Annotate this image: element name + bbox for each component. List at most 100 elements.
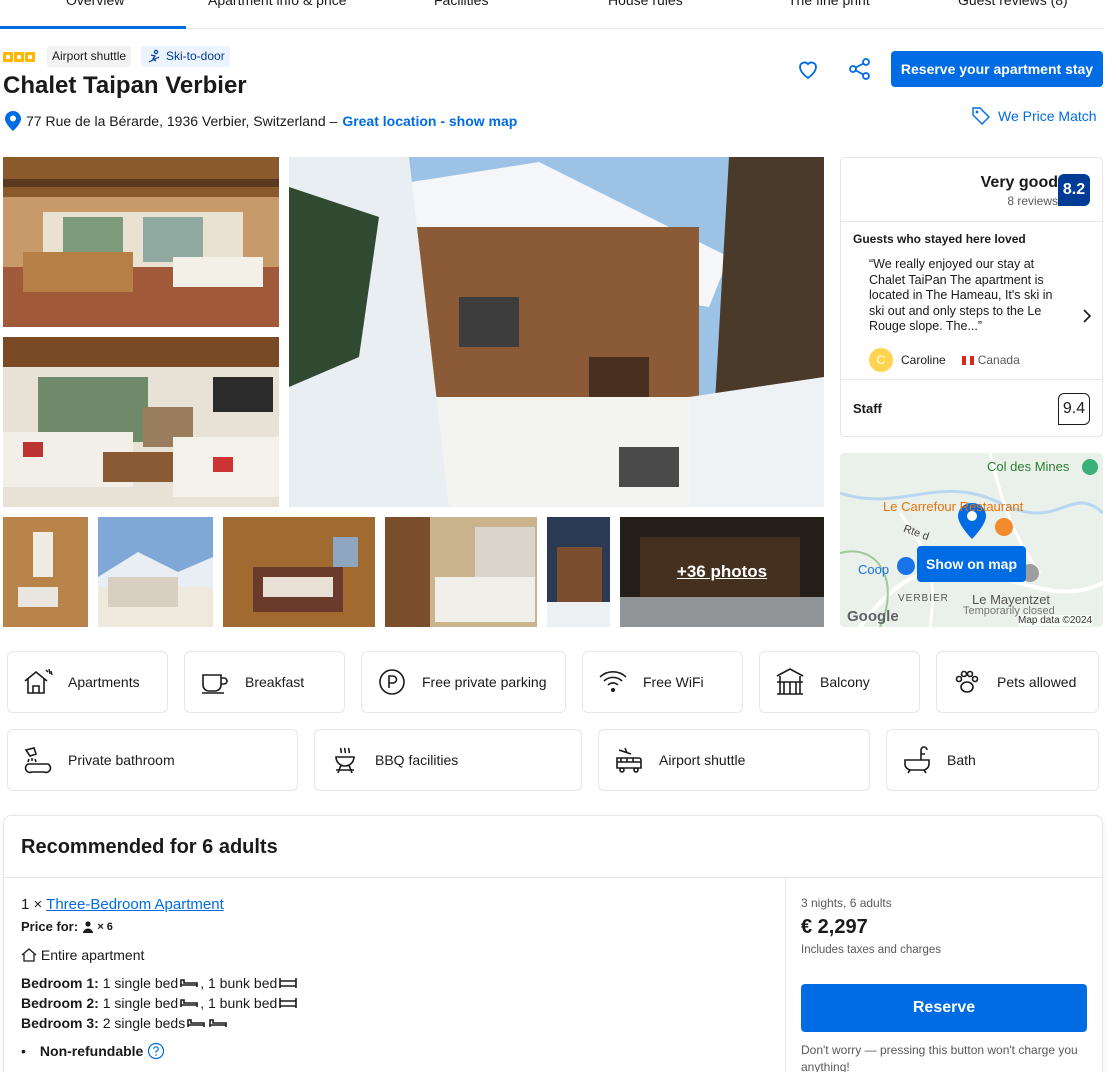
map-label-carrefour: Le Carrefour Restaurant: [883, 499, 1024, 514]
photo-bathtub[interactable]: [385, 517, 537, 627]
location-pin-icon: [5, 111, 21, 131]
photo-bathroom-small[interactable]: [3, 517, 88, 627]
review-count: 8 reviews: [1007, 194, 1058, 208]
property-title: Chalet Taipan Verbier: [3, 72, 247, 99]
room-quantity: 1 ×: [21, 896, 43, 913]
facility-label: BBQ facilities: [375, 752, 459, 768]
address-text: 77 Rue de la Bérarde, 1936 Verbier, Swit…: [26, 113, 338, 129]
reserve-stay-button[interactable]: Reserve your apartment stay: [891, 51, 1103, 87]
share-icon[interactable]: [848, 57, 872, 81]
single-bed-icon: [187, 1019, 206, 1027]
airport-shuttle-badge: Airport shuttle: [47, 46, 132, 67]
single-bed-icon: [209, 1019, 228, 1027]
facility-airport-shuttle: Airport shuttle: [598, 729, 870, 791]
map-attribution: Map data ©2024: [1018, 615, 1093, 626]
facility-private-bathroom: Private bathroom: [7, 729, 298, 791]
bed-text: 1 single bed: [102, 975, 179, 991]
question-icon[interactable]: [147, 1042, 165, 1060]
tab-facilities[interactable]: Facilities: [434, 0, 488, 8]
photo-living-dining[interactable]: [3, 157, 279, 327]
heart-icon[interactable]: [796, 57, 820, 81]
entire-apartment-line: Entire apartment: [21, 947, 144, 963]
coffee-cup-icon: [202, 674, 228, 694]
review-verdict: Very good: [980, 174, 1058, 191]
paw-icon: [955, 670, 979, 693]
apartment-icon: [24, 668, 53, 694]
tag-icon: [972, 107, 990, 125]
bed-text: 1 single bed: [102, 995, 179, 1011]
facility-wifi: Free WiFi: [582, 651, 743, 713]
price-match-link[interactable]: We Price Match: [972, 107, 1097, 125]
facility-pets: Pets allowed: [936, 651, 1099, 713]
photo-living-room[interactable]: [3, 337, 279, 507]
skier-icon: [148, 49, 160, 63]
facility-bath: Bath: [886, 729, 1099, 791]
room-line: 1 × Three-Bedroom Apartment: [21, 896, 224, 913]
tab-apartment-info[interactable]: Apartment info & price: [208, 0, 347, 8]
photo-bedroom[interactable]: [223, 517, 375, 627]
review-header[interactable]: Very good 8 reviews 8.2: [841, 158, 1102, 222]
balcony-icon: [776, 668, 804, 695]
entire-apartment-label: Entire apartment: [40, 947, 145, 963]
more-photos-overlay[interactable]: +36 photos: [620, 517, 824, 627]
canada-flag-icon: [961, 355, 974, 365]
tab-fine-print[interactable]: The fine print: [788, 0, 870, 8]
ski-to-door-badge: Ski-to-door: [141, 46, 230, 67]
bbq-grill-icon: [335, 747, 355, 774]
facility-breakfast: Breakfast: [184, 651, 345, 713]
show-map-link[interactable]: Great location - show map: [342, 113, 517, 129]
cancellation-line: • Non-refundable: [21, 1042, 165, 1060]
parking-icon: [379, 669, 405, 695]
facility-label: Bath: [947, 752, 976, 768]
guests-loved-heading: Guests who stayed here loved: [853, 232, 1026, 246]
review-quote: “We really enjoyed our stay at Chalet Ta…: [869, 257, 1053, 333]
photo-chalet-exterior[interactable]: [289, 157, 824, 507]
facility-label: Private bathroom: [68, 752, 175, 768]
price-for-line: Price for: × 6: [21, 919, 113, 934]
review-score-badge: 8.2: [1058, 174, 1090, 206]
price-for-label: Price for:: [21, 919, 79, 934]
avatar: C: [869, 348, 893, 372]
show-on-map-button[interactable]: Show on map: [917, 546, 1026, 582]
address-line: 77 Rue de la Bérarde, 1936 Verbier, Swit…: [5, 111, 517, 131]
reserve-button[interactable]: Reserve: [801, 984, 1087, 1032]
recommended-section: Recommended for 6 adults 1 × Three-Bedro…: [3, 815, 1103, 1072]
map-preview[interactable]: Col des Mines Le Carrefour Restaurant Rt…: [840, 453, 1103, 627]
photo-chalet-winter[interactable]: [547, 517, 610, 627]
tab-house-rules[interactable]: House rules: [608, 0, 683, 8]
facility-label: Breakfast: [245, 674, 305, 690]
home-icon: [21, 948, 37, 962]
bedroom-label: Bedroom 2:: [21, 995, 99, 1011]
reviewer: C Caroline Canada: [869, 348, 1020, 372]
country-name: Canada: [977, 353, 1020, 367]
staff-label: Staff: [853, 401, 882, 416]
tab-guest-reviews[interactable]: Guest reviews (8): [958, 0, 1068, 8]
star-rating: [3, 52, 35, 62]
map-label-col: Col des Mines: [987, 459, 1070, 474]
divider: [785, 877, 786, 1072]
room-name-link[interactable]: Three-Bedroom Apartment: [46, 896, 224, 913]
photo-more-gallery[interactable]: +36 photos: [620, 517, 824, 627]
facility-label: Pets allowed: [997, 674, 1077, 690]
facility-parking: Free private parking: [361, 651, 566, 713]
facility-apartments: Apartments: [7, 651, 168, 713]
google-logo: Google: [847, 608, 899, 625]
bedroom-label: Bedroom 3:: [21, 1015, 99, 1031]
bullet: •: [21, 1043, 26, 1059]
divider: [4, 877, 1102, 878]
divider: [841, 379, 1102, 380]
bed-text: , 1 bunk bed: [200, 995, 278, 1011]
facility-label: Free WiFi: [643, 674, 704, 690]
bedroom-1: Bedroom 1: 1 single bed , 1 bunk bed: [21, 975, 299, 991]
no-charge-note: Don't worry — pressing this button won't…: [801, 1043, 1078, 1072]
map-label-coop: Coop: [858, 562, 890, 577]
bed-text: , 1 bunk bed: [200, 975, 278, 991]
reviewer-name: Caroline: [901, 353, 946, 367]
bedroom-label: Bedroom 1:: [21, 975, 99, 991]
facility-balcony: Balcony: [759, 651, 920, 713]
chevron-right-icon[interactable]: [1081, 308, 1093, 324]
tab-overview[interactable]: Overview: [66, 0, 124, 8]
photo-view-sofa[interactable]: [98, 517, 213, 627]
active-tab-indicator: [0, 26, 186, 29]
star-icon: [14, 52, 24, 62]
